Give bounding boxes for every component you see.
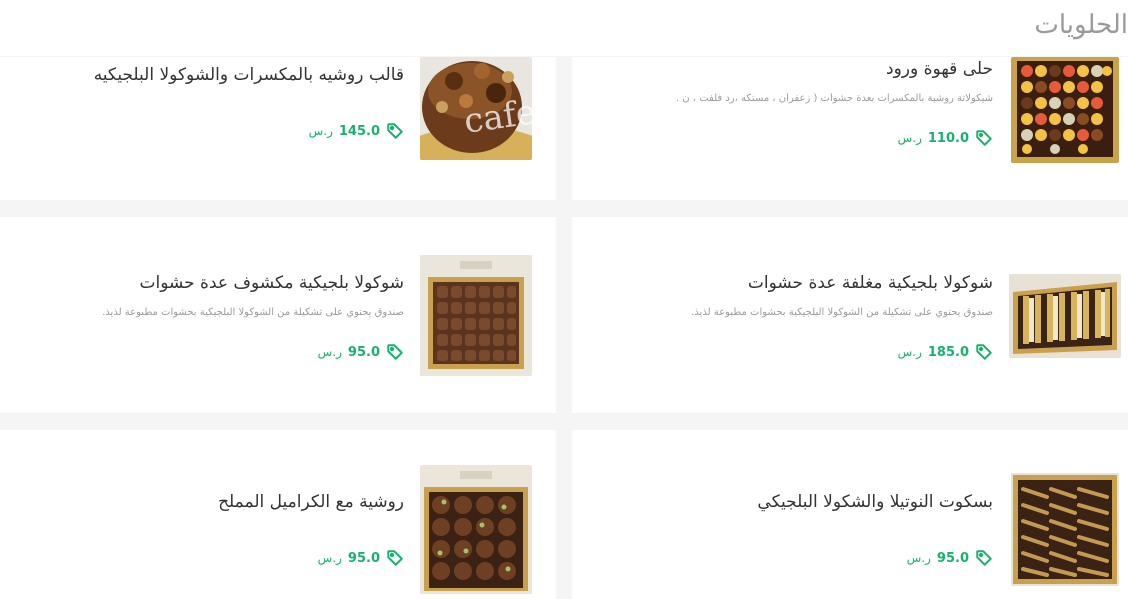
product-title[interactable]: شوكولا بلجيكية مكشوف عدة حشوات (139, 273, 404, 293)
price-amount: 95.0 (936, 550, 969, 566)
product-card[interactable]: شوكولا بلجيكية مكشوف عدة حشوات صندوق يحت… (0, 217, 556, 413)
product-title[interactable]: قالب روشيه بالمكسرات والشوكولا البلجيكيه (94, 65, 404, 85)
product-title[interactable]: شوكولا بلجيكية مغلفة عدة حشوات (748, 273, 993, 293)
product-price: ر.س 185.0 (898, 342, 993, 362)
product-image[interactable] (1011, 473, 1119, 586)
section-header: الحلويات (0, 0, 1128, 56)
tag-icon (976, 130, 992, 146)
product-description: صندوق يحتوي على تشكيلة من الشوكولا البلج… (691, 307, 993, 318)
price-currency: ر.س (906, 551, 931, 565)
product-image[interactable] (1011, 57, 1119, 163)
product-price: ر.س 95.0 (318, 548, 404, 568)
product-title[interactable]: روشية مع الكراميل المملح (218, 492, 404, 512)
section-title: الحلويات (1034, 10, 1128, 40)
product-image[interactable] (420, 255, 532, 376)
product-image[interactable] (420, 465, 532, 594)
price-amount: 145.0 (338, 123, 380, 139)
tag-icon (976, 550, 992, 566)
price-amount: 110.0 (927, 130, 969, 146)
price-currency: ر.س (308, 124, 333, 138)
price-currency: ر.س (897, 131, 922, 145)
price-amount: 95.0 (347, 550, 380, 566)
product-card[interactable]: بسكوت النوتيلا والشكولا البلجيكي ر.س 95.… (572, 430, 1128, 599)
product-description: صندوق يحتوي على تشكيلة من الشوكولا البلج… (102, 307, 404, 318)
product-card[interactable]: cafe قالب روشيه بالمكسرات والشوكولا البل… (0, 57, 556, 200)
product-price: ر.س 110.0 (898, 128, 993, 148)
product-card[interactable]: روشية مع الكراميل المملح ر.س 95.0 (0, 430, 556, 599)
price-currency: ر.س (897, 345, 922, 359)
price-amount: 95.0 (347, 344, 380, 360)
product-card[interactable]: شوكولا بلجيكية مغلفة عدة حشوات صندوق يحت… (572, 217, 1128, 413)
product-card[interactable]: حلى قهوة ورود شيكولاتة روشية بالمكسرات ب… (572, 57, 1128, 200)
price-currency: ر.س (317, 551, 342, 565)
tag-icon (387, 344, 403, 360)
tag-icon (387, 550, 403, 566)
product-image[interactable] (1009, 274, 1121, 358)
price-currency: ر.س (317, 345, 342, 359)
product-title[interactable]: حلى قهوة ورود (886, 59, 993, 79)
tag-icon (976, 344, 992, 360)
product-image[interactable]: cafe (420, 57, 532, 160)
product-description: شيكولاتة روشية بالمكسرات بعدة حشوات ( زع… (675, 93, 993, 104)
product-title[interactable]: بسكوت النوتيلا والشكولا البلجيكي (757, 492, 993, 512)
product-price: ر.س 145.0 (309, 121, 404, 141)
product-price: ر.س 95.0 (907, 548, 993, 568)
price-amount: 185.0 (927, 344, 969, 360)
product-price: ر.س 95.0 (318, 342, 404, 362)
tag-icon (387, 123, 403, 139)
